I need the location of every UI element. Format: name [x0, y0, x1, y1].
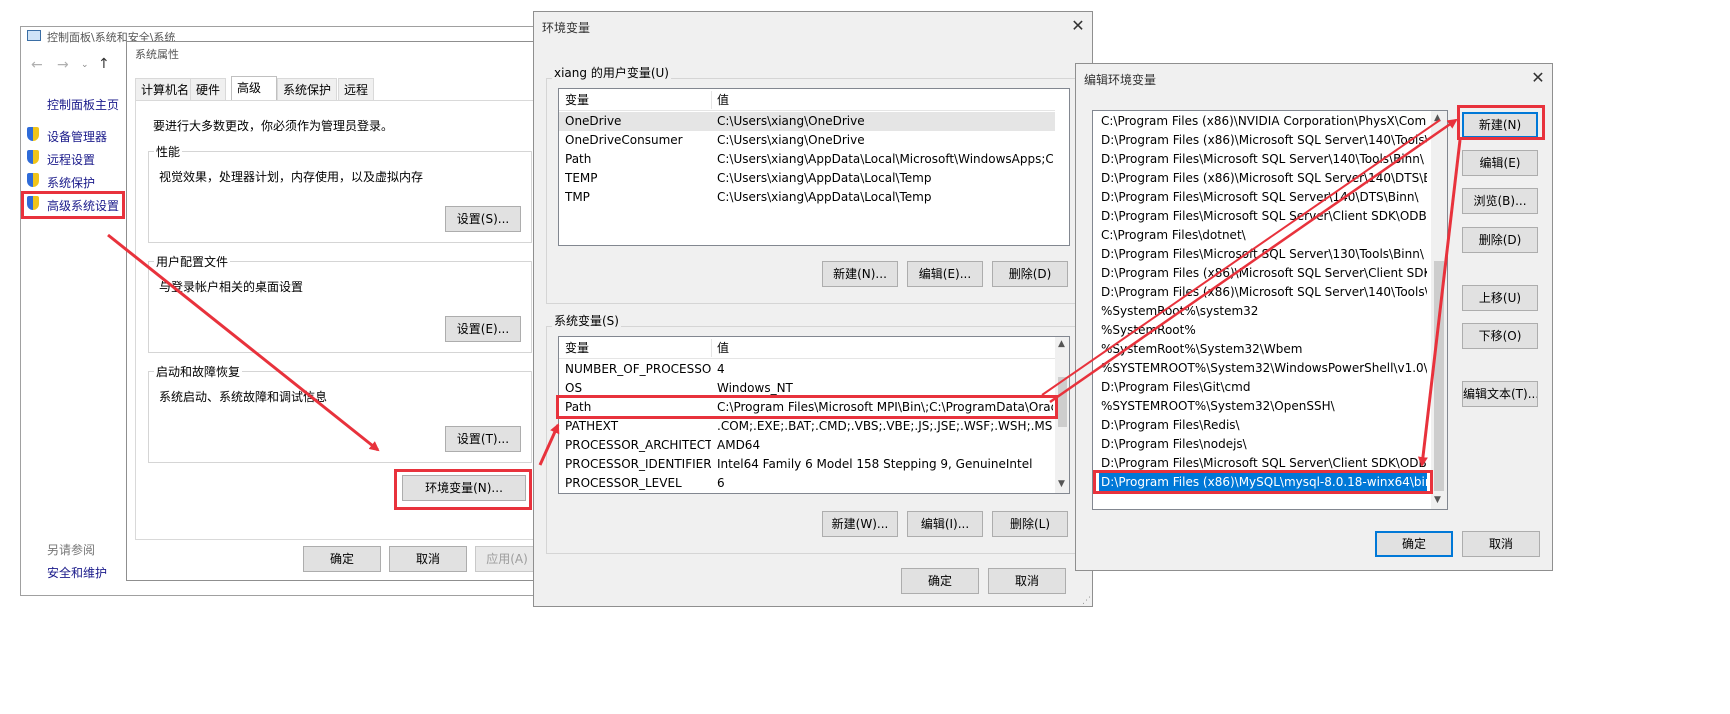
arrow-to-path-row [538, 423, 560, 466]
arrow-new-button-to-path [1417, 139, 1462, 467]
arrow-mysql-to-new-button [1049, 118, 1458, 404]
arrow-to-env-vars-button [107, 233, 380, 452]
annotation-arrows [107, 118, 1462, 467]
arrow-path-to-list [1041, 119, 1441, 396]
